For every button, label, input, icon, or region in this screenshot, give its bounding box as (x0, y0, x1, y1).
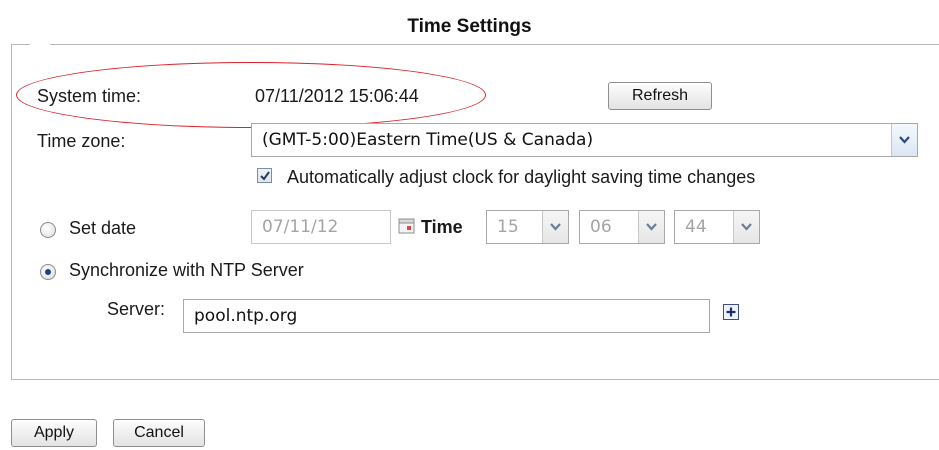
calendar-icon[interactable] (398, 217, 416, 235)
ntp-label: Synchronize with NTP Server (69, 260, 304, 280)
server-label: Server: (107, 299, 166, 319)
chevron-down-icon[interactable] (733, 211, 759, 243)
time-zone-select[interactable]: (GMT-5:00)Eastern Time(US & Canada) (251, 123, 918, 157)
chevron-down-icon[interactable] (638, 211, 664, 243)
hour-value: 15 (497, 217, 519, 237)
chevron-down-icon[interactable] (891, 124, 917, 156)
time-zone-label: Time zone: (37, 131, 126, 151)
refresh-button[interactable]: Refresh (608, 82, 712, 110)
apply-button[interactable]: Apply (11, 419, 97, 447)
cancel-button[interactable]: Cancel (113, 419, 205, 447)
set-date-label: Set date (69, 218, 137, 238)
second-value: 44 (685, 217, 707, 237)
ntp-radio[interactable] (40, 264, 56, 280)
plus-box-icon[interactable] (723, 304, 739, 320)
system-time-label: System time: (37, 86, 142, 106)
minute-select[interactable]: 06 (579, 210, 665, 244)
time-zone-selected-value: (GMT-5:00)Eastern Time(US & Canada) (262, 130, 594, 150)
dst-label: Automatically adjust clock for daylight … (287, 167, 756, 187)
date-input[interactable]: 07/11/12 (251, 210, 391, 244)
system-time-value: 07/11/2012 15:06:44 (255, 86, 419, 106)
ntp-server-input[interactable]: pool.ntp.org (183, 299, 710, 333)
panel-border-gap (30, 44, 50, 46)
radio-selected-dot (45, 269, 51, 275)
checkmark-icon (260, 171, 270, 181)
dst-checkbox[interactable] (257, 168, 272, 183)
page-title: Time Settings (407, 16, 532, 37)
second-select[interactable]: 44 (674, 210, 760, 244)
set-date-radio[interactable] (40, 222, 56, 238)
minute-value: 06 (590, 217, 612, 237)
time-label: Time (421, 217, 463, 237)
hour-select[interactable]: 15 (486, 210, 569, 244)
chevron-down-icon[interactable] (542, 211, 568, 243)
